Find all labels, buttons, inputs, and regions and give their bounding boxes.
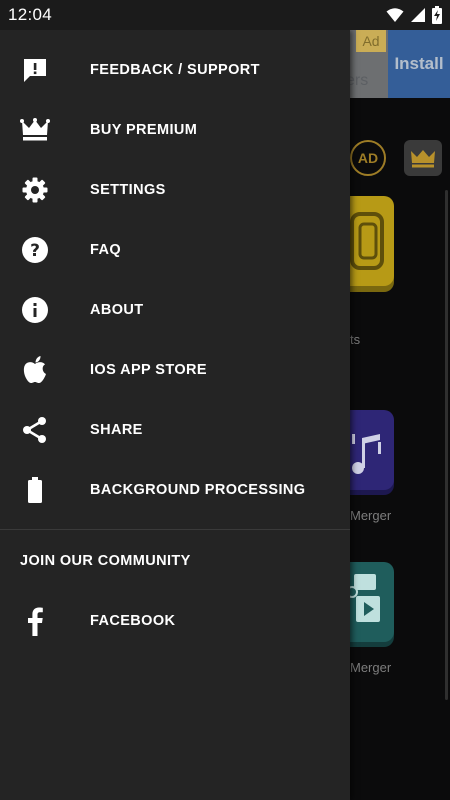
battery-charging-icon xyxy=(432,6,442,24)
status-bar: 12:04 xyxy=(0,0,450,30)
menu-item-share[interactable]: SHARE xyxy=(0,400,350,460)
menu-item-about[interactable]: ABOUT xyxy=(0,280,350,340)
menu-item-label: SETTINGS xyxy=(90,182,166,198)
menu-item-facebook[interactable]: FACEBOOK xyxy=(0,591,350,651)
signal-icon xyxy=(411,8,425,22)
apple-icon xyxy=(20,355,50,385)
scrollbar[interactable] xyxy=(445,190,448,700)
drawer-divider xyxy=(0,529,350,530)
menu-item-feedback-support[interactable]: FEEDBACK / SUPPORT xyxy=(0,40,350,100)
premium-button[interactable] xyxy=(404,140,442,176)
menu-item-label: FACEBOOK xyxy=(90,613,176,629)
menu-item-ios-app-store[interactable]: IOS APP STORE xyxy=(0,340,350,400)
navigation-drawer: FEEDBACK / SUPPORT BUY PREMIUM SETTINGS … xyxy=(0,30,350,800)
menu-item-label: SHARE xyxy=(90,422,143,438)
wifi-icon xyxy=(386,8,404,22)
gear-icon xyxy=(20,175,50,205)
ad-badge: Ad xyxy=(356,30,386,52)
menu-item-buy-premium[interactable]: BUY PREMIUM xyxy=(0,100,350,160)
menu-item-label: ABOUT xyxy=(90,302,144,318)
crown-icon xyxy=(411,150,435,168)
tool-tile-1-label: ts xyxy=(350,332,361,347)
svg-text:?: ? xyxy=(30,241,40,261)
menu-item-label: IOS APP STORE xyxy=(90,362,207,378)
facebook-icon xyxy=(20,606,50,636)
menu-item-label: BUY PREMIUM xyxy=(90,122,198,138)
tool-tile-3-label: Merger xyxy=(350,660,392,675)
share-icon xyxy=(20,415,50,445)
ad-install-button[interactable]: Install xyxy=(388,30,450,98)
no-ads-button[interactable]: AD xyxy=(350,140,386,176)
menu-item-settings[interactable]: SETTINGS xyxy=(0,160,350,220)
info-icon xyxy=(20,295,50,325)
tool-tile-2-label: Merger xyxy=(350,508,392,523)
crown-icon xyxy=(20,115,50,145)
menu-item-label: FEEDBACK / SUPPORT xyxy=(90,62,260,78)
status-icons xyxy=(386,6,442,24)
status-time: 12:04 xyxy=(8,5,53,24)
menu-item-faq[interactable]: ? FAQ xyxy=(0,220,350,280)
menu-item-label: BACKGROUND PROCESSING xyxy=(90,482,306,498)
menu-item-background-processing[interactable]: BACKGROUND PROCESSING xyxy=(0,460,350,520)
community-section-title: JOIN OUR COMMUNITY xyxy=(20,553,191,569)
help-icon: ? xyxy=(20,235,50,265)
menu-item-label: FAQ xyxy=(90,242,122,258)
feedback-icon xyxy=(20,55,50,85)
battery-icon xyxy=(20,475,50,505)
